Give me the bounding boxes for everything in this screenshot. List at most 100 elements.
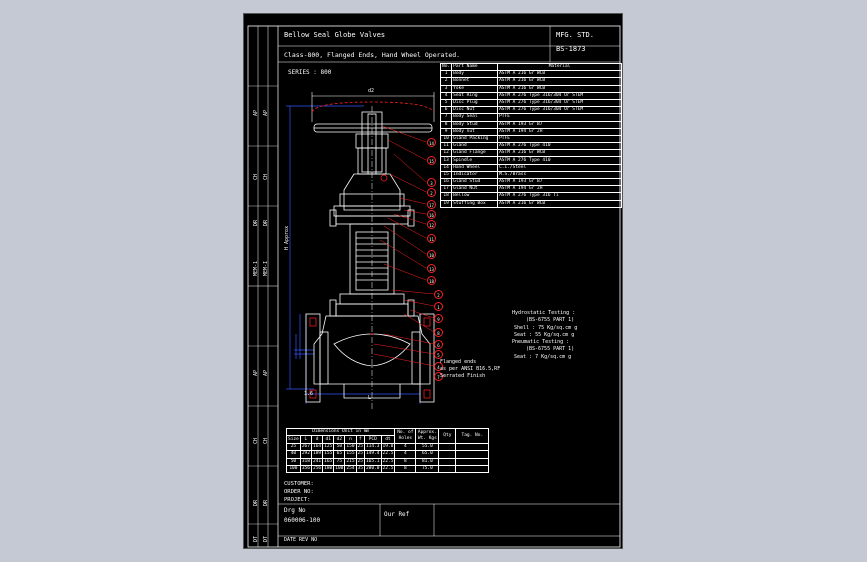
dim-cell: 114.3	[363, 442, 382, 452]
dim-cell: 318	[299, 457, 312, 466]
part-callout: 17	[427, 200, 436, 209]
dim-cell: 75.0	[415, 464, 440, 474]
part-callout: 1	[434, 302, 443, 311]
dim-header-cell: Qty	[438, 428, 457, 444]
dim-cell: 4	[394, 442, 417, 452]
dim-cell: 4	[394, 450, 417, 459]
dim-cell: 164	[310, 442, 324, 452]
dim-cell	[455, 442, 490, 452]
dim-header-cell: Approx. Wt. Kgs	[415, 428, 440, 444]
part-callout: 11	[427, 234, 436, 243]
dim-cell: 155	[344, 450, 357, 459]
dim-cell: 25	[355, 442, 365, 452]
dim-cell	[438, 450, 457, 459]
dim-cell: 25	[355, 450, 365, 459]
dim-header-cell: f	[355, 435, 365, 444]
dim-cell: 155	[322, 450, 335, 459]
dim-cell	[438, 442, 457, 452]
footer-bottom-text: DATE REV NO	[284, 537, 318, 543]
dim-cell: 189	[310, 450, 324, 459]
dim-cell: 50	[286, 457, 301, 466]
dim-cell	[455, 457, 490, 466]
dim-cell	[455, 464, 490, 474]
dim-header-cell: Tag. No.	[455, 428, 490, 444]
dim-header-cell: dt	[380, 435, 396, 444]
dim-table-row: 25 267 164 125 50 150 25 114.3 19.0 4 55.0	[286, 442, 490, 452]
dim-cell: 8	[394, 457, 417, 466]
dim-cell: 200.0	[363, 464, 382, 474]
height-dim-label: H Approx	[284, 225, 290, 250]
part-callout: 18	[427, 276, 436, 285]
dim-table-caption-row: Dimensions Unit in mm No. of Holes Approx.…	[285, 427, 490, 444]
dim-cell: 125	[322, 442, 335, 452]
pneu-std: (BS-6755 PART 1)	[526, 346, 575, 352]
dim-cell: 75	[333, 457, 346, 466]
dimensions-table: Dimensions Unit in mm No. of Holes Approx.…	[285, 427, 490, 474]
flanged-ends-note-2: as per ANSI B16.5,RF	[440, 366, 501, 372]
flanged-ends-note-3: Serrated Finish	[440, 373, 486, 379]
dim-cell: 100	[286, 464, 301, 474]
dim-cell	[455, 450, 490, 459]
part-callout: 2	[434, 290, 443, 299]
dim-cell: 65.0	[415, 450, 440, 459]
dim-cell: 40	[286, 450, 301, 459]
dim-header-cell: L	[299, 435, 312, 444]
dim-cell: 180	[322, 464, 335, 474]
part-callout: 15	[427, 156, 436, 165]
flanged-ends-note-1: Flanged ends	[440, 359, 477, 365]
top-dim-label: d2	[368, 88, 375, 94]
dim-cell: 19.0	[380, 442, 396, 452]
hydro-title: Hydrostatic Testing :	[512, 310, 576, 316]
dim-cell: 50	[333, 442, 346, 452]
dim-cell: 292	[299, 450, 312, 459]
dim-cell: 81.0	[415, 457, 440, 466]
part-callout: 5	[434, 350, 443, 359]
pneu-seat: Seat : 7 Kg/sq.cm g	[514, 354, 572, 360]
order-label: ORDER NO:	[284, 489, 314, 495]
bottom-dim-label: L	[368, 395, 372, 401]
dim-header-cell: Size	[286, 435, 301, 444]
drg-value: 060006-100	[284, 517, 321, 524]
dim-header-cell: n	[344, 435, 357, 444]
drg-label: Drg No	[284, 507, 306, 514]
dim-cell: 35	[355, 464, 365, 474]
hydro-shell: Shell : 75 Kg/sq.cm g	[514, 325, 578, 331]
dim-cell: 165.1	[363, 457, 382, 466]
dim-table-row: 50 318 241 165 75 215 25 165.1 22.5 8 81.0	[286, 457, 490, 466]
dim-cell: 25	[355, 457, 365, 466]
left-dim-label: 1.6	[304, 391, 314, 397]
part-callout: 13	[427, 264, 436, 273]
dim-header-cell: No. of Holes	[394, 428, 417, 444]
dim-cell: 165	[322, 457, 335, 466]
dim-cell: 22.5	[380, 450, 396, 459]
our-ref-label: Our Ref	[384, 511, 410, 518]
part-callout: 16	[427, 210, 436, 219]
dim-cell: 22.5	[380, 457, 396, 466]
part-callout: 8	[434, 328, 443, 337]
dim-header-cell: d1	[322, 435, 335, 444]
dim-cell: 241	[310, 457, 324, 466]
dim-header-cell: d2	[333, 435, 346, 444]
dim-cell	[438, 464, 457, 474]
dim-table-row: 100 356 256 180 100 254 35 200.0 22.5 8 75.0	[286, 464, 490, 474]
part-callout: 10	[427, 250, 436, 259]
dim-cell: 55.0	[415, 442, 440, 452]
dim-cell: 25	[286, 442, 301, 452]
part-callout: 6	[434, 340, 443, 349]
hydro-std: (BS-6755 PART 1)	[526, 317, 575, 323]
dim-cell: 8	[394, 464, 417, 474]
dim-header-cell: PCD	[363, 435, 382, 444]
dim-cell: 149.4	[363, 450, 382, 459]
part-callout: 9	[434, 314, 443, 323]
dim-cell: 254	[344, 464, 357, 474]
part-callout: 3	[427, 178, 436, 187]
dim-cell: 100	[333, 464, 346, 474]
customer-label: CUSTOMER:	[284, 481, 314, 487]
dim-cell	[438, 457, 457, 466]
dim-cell: 256	[310, 464, 324, 474]
dim-header-cell: d	[310, 435, 324, 444]
dim-cell: 150	[344, 442, 357, 452]
project-label: PROJECT:	[284, 497, 311, 503]
dim-cell: 22.5	[380, 464, 396, 474]
part-callout: 12	[427, 220, 436, 229]
